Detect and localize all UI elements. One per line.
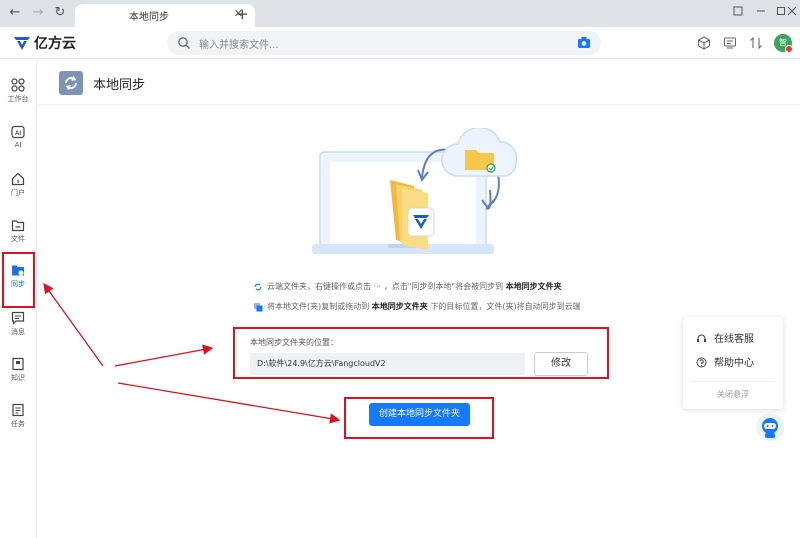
reload-button[interactable]: ↻ <box>51 4 69 22</box>
new-tab-button[interactable]: + <box>236 5 249 23</box>
sidebar-item-knowledge[interactable]: 知识 <box>0 353 36 393</box>
sync-folder-path-field: D:\软件\24.9\亿方云\FangcloudV2 <box>250 353 525 375</box>
browser-titlebar: ← → ↻ 本地同步 ✕ + <box>0 0 800 27</box>
sidebar-item-workbench[interactable]: 工作台 <box>0 74 36 114</box>
ai-icon: AI <box>11 125 25 139</box>
grid-icon <box>11 78 25 92</box>
divider <box>691 381 775 382</box>
modify-path-button[interactable]: 修改 <box>534 352 588 376</box>
book-icon <box>12 357 24 371</box>
assistant-bot-icon[interactable] <box>756 413 784 441</box>
online-service-label: 在线客服 <box>714 334 754 345</box>
tip2-bold: 本地同步文件夹 <box>371 302 428 311</box>
sidebar-item-ai[interactable]: AI AI <box>0 121 36 161</box>
sidebar-item-tasks[interactable]: 任务 <box>0 399 36 439</box>
sidebar-item-label: 消息 <box>11 328 25 336</box>
annotation-box-sidebar-sync <box>2 252 35 308</box>
sort-transfer-icon[interactable] <box>749 36 763 50</box>
arrow-to-path <box>114 344 214 367</box>
sync-small-icon <box>254 283 262 290</box>
avatar-badge <box>785 45 793 53</box>
create-sync-folder-button[interactable]: 创建本地同步文件夹 <box>369 403 470 426</box>
sidebar-item-label: 知识 <box>11 374 25 382</box>
tip2-text-pre: 将本地文件(夹)复制或拖动到 <box>267 302 370 311</box>
help-center-item[interactable]: 帮助中心 <box>696 354 754 369</box>
close-float-button[interactable]: 关闭悬浮 <box>683 389 783 400</box>
tip-local-to-cloud: 将本地文件(夹)复制或拖动到 本地同步文件夹 下的目标位置，文件(夹)将自动同步… <box>253 301 581 312</box>
file-icon <box>11 220 25 232</box>
sidebar-item-label: 工作台 <box>7 95 29 103</box>
tip2-text-post: 下的目标位置，文件(夹)将自动同步到云端 <box>430 302 581 311</box>
close-window-button[interactable] <box>784 5 800 20</box>
svg-text:AI: AI <box>15 131 21 137</box>
help-floating-panel: 在线客服 帮助中心 关闭悬浮 <box>683 317 783 409</box>
back-button[interactable]: ← <box>6 4 24 22</box>
logo: 亿方云 <box>13 34 76 52</box>
sidebar-item-label: 门户 <box>11 189 25 197</box>
camera-icon[interactable] <box>577 36 591 49</box>
sidebar-item-label: AI <box>14 141 22 149</box>
search-input[interactable]: 输入并搜索文件... <box>167 31 601 55</box>
page-title: 本地同步 <box>93 78 146 93</box>
online-service-item[interactable]: 在线客服 <box>696 330 754 345</box>
forward-button[interactable]: → <box>29 4 47 22</box>
sidebar-item-portal[interactable]: 门户 <box>0 168 36 208</box>
logo-icon <box>14 37 30 50</box>
message-icon <box>11 311 25 325</box>
tip1-text: 云端文件夹，右键操作或点击 ··· ，点击"同步到本地"将会被同步到 <box>267 282 504 291</box>
minimize-button[interactable] <box>753 5 769 20</box>
tip1-bold: 本地同步文件夹 <box>505 282 562 291</box>
tip-cloud-to-local: 云端文件夹，右键操作或点击 ··· ，点击"同步到本地"将会被同步到 本地同步文… <box>253 281 562 292</box>
logo-text: 亿方云 <box>34 36 76 52</box>
path-label: 本地同步文件夹的位置： <box>250 338 338 347</box>
sidebar-item-files[interactable]: 文件 <box>0 214 36 254</box>
home-icon <box>11 172 25 186</box>
help-center-label: 帮助中心 <box>714 358 754 369</box>
sidebar-item-messages[interactable]: 消息 <box>0 307 36 347</box>
browser-tab[interactable]: 本地同步 ✕ <box>75 4 255 27</box>
app-header: 亿方云 输入并搜索文件... 智 <box>0 27 800 59</box>
search-placeholder: 输入并搜索文件... <box>199 40 279 51</box>
search-icon <box>178 37 190 49</box>
help-icon <box>696 357 707 368</box>
arrow-to-sidebar <box>43 282 104 367</box>
arrow-to-create <box>117 382 341 424</box>
transfer-list-icon[interactable] <box>723 36 737 50</box>
page-header: 本地同步 <box>38 60 800 105</box>
cube-icon[interactable] <box>697 36 711 50</box>
tab-title: 本地同步 <box>129 12 169 23</box>
copy-folder-icon <box>254 302 263 311</box>
task-icon <box>12 403 24 417</box>
sidebar-item-label: 任务 <box>11 420 25 428</box>
sync-header-icon <box>59 71 83 95</box>
sync-illustration <box>312 128 518 254</box>
headset-icon <box>697 334 706 342</box>
sidebar-item-label: 文件 <box>11 235 25 243</box>
window-menu-icon[interactable] <box>730 5 746 20</box>
